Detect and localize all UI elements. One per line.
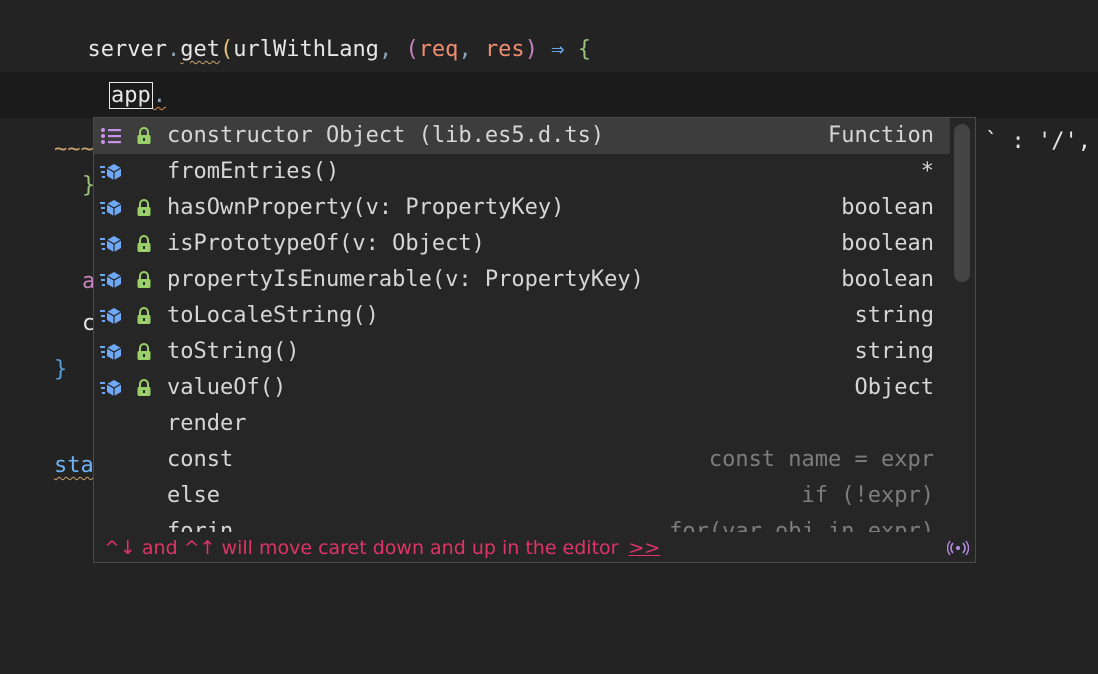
completion-item[interactable]: fromEntries() * bbox=[94, 154, 950, 190]
code-token-param-res: res bbox=[484, 37, 525, 62]
code-line-2[interactable]: app. bbox=[0, 78, 1098, 114]
method-cube-icon bbox=[100, 236, 122, 252]
completion-item[interactable]: isPrototypeOf(v: Object) boolean bbox=[94, 226, 950, 262]
method-cube-icon bbox=[100, 308, 122, 324]
lock-icon bbox=[137, 379, 151, 396]
code-token-sep: , bbox=[458, 37, 485, 62]
method-cube-icon bbox=[100, 200, 122, 216]
code-token-server: server bbox=[87, 37, 167, 62]
method-cube-icon bbox=[100, 164, 122, 180]
completion-item[interactable]: else if (!expr) bbox=[94, 478, 950, 514]
completion-scrollbar[interactable] bbox=[954, 124, 970, 282]
completion-item-label: toString() bbox=[167, 339, 300, 364]
lock-icon bbox=[137, 199, 151, 216]
completion-item-label: isPrototypeOf(v: Object) bbox=[167, 231, 485, 256]
completion-item-label: constructor Object (lib.es5.d.ts) bbox=[167, 123, 605, 148]
lock-icon bbox=[137, 271, 151, 288]
code-token-dot2: . bbox=[152, 83, 166, 108]
code-token-arg: urlWithLang bbox=[233, 37, 379, 62]
code-fragment-sta: sta bbox=[54, 453, 94, 478]
completion-item-label: render bbox=[167, 411, 247, 436]
completion-item-type: string bbox=[854, 303, 934, 328]
completion-hint: ^↓ and ^↑ will move caret down and up in… bbox=[94, 532, 975, 562]
code-token-paren2: ( bbox=[405, 37, 419, 62]
typed-text-app: app bbox=[109, 82, 153, 109]
lock-icon bbox=[137, 307, 151, 324]
completion-item-type: boolean bbox=[841, 195, 934, 220]
lock-icon bbox=[137, 127, 151, 144]
completion-item[interactable]: toLocaleString() string bbox=[94, 298, 950, 334]
completion-item[interactable]: valueOf() Object bbox=[94, 370, 950, 406]
code-token-brace: { bbox=[577, 37, 591, 62]
code-fragment-string: ` : '/', bbox=[985, 129, 1091, 154]
code-token-paren: ( bbox=[219, 37, 234, 62]
completion-item[interactable]: forin for(var obj in expr) bbox=[94, 514, 950, 532]
broadcast-icon[interactable] bbox=[947, 540, 969, 556]
lock-icon bbox=[137, 343, 151, 360]
code-fragment-closing-brace: } bbox=[54, 357, 68, 382]
code-token-param-req: req bbox=[418, 37, 459, 62]
hint-more-link[interactable]: >> bbox=[628, 537, 660, 559]
method-cube-icon bbox=[100, 344, 122, 360]
list-icon bbox=[101, 128, 121, 144]
method-cube-icon bbox=[100, 380, 122, 396]
completion-item-type: if (!expr) bbox=[801, 483, 934, 508]
completion-item[interactable]: constructor Object (lib.es5.d.ts) Functio… bbox=[94, 118, 950, 154]
code-token-comma: , bbox=[378, 37, 406, 62]
completion-item-type: boolean bbox=[841, 267, 934, 292]
completion-item[interactable]: toString() string bbox=[94, 334, 950, 370]
completion-item-label: hasOwnProperty(v: PropertyKey) bbox=[167, 195, 565, 220]
completion-item-label: propertyIsEnumerable(v: PropertyKey) bbox=[167, 267, 644, 292]
completion-item[interactable]: hasOwnProperty(v: PropertyKey) boolean bbox=[94, 190, 950, 226]
completion-popup: constructor Object (lib.es5.d.ts) Functio… bbox=[93, 117, 976, 563]
method-cube-icon bbox=[100, 272, 122, 288]
completion-item-label: const bbox=[167, 447, 234, 472]
completion-item-type: Object bbox=[854, 375, 934, 400]
completion-item-label: toLocaleString() bbox=[167, 303, 379, 328]
completion-item-label: forin bbox=[167, 519, 234, 532]
completion-list: constructor Object (lib.es5.d.ts) Functio… bbox=[94, 118, 950, 532]
code-token-paren3: ) bbox=[524, 37, 538, 62]
code-token-dot: . bbox=[166, 37, 181, 62]
completion-item-type: const name = expr bbox=[708, 447, 934, 472]
completion-item-type: for(var obj in expr) bbox=[669, 519, 934, 532]
code-fragment-squiggle: ~~~~ bbox=[54, 137, 107, 162]
completion-item[interactable]: const const name = expr bbox=[94, 442, 950, 478]
code-token-arrow: ⇒ bbox=[537, 37, 578, 62]
completion-item-type: * bbox=[920, 159, 934, 184]
code-token-get: get bbox=[180, 37, 220, 62]
code-line-1[interactable]: server.get(urlWithLang, (req, res) ⇒ { bbox=[0, 32, 1098, 68]
hint-text: ^↓ and ^↑ will move caret down and up in… bbox=[104, 537, 619, 559]
completion-item-type: string bbox=[854, 339, 934, 364]
completion-item-label: valueOf() bbox=[167, 375, 287, 400]
completion-item-type: Function bbox=[828, 123, 934, 148]
completion-item[interactable]: render bbox=[94, 406, 950, 442]
completion-item[interactable]: propertyIsEnumerable(v: PropertyKey) bool… bbox=[94, 262, 950, 298]
completion-item-label: fromEntries() bbox=[167, 159, 340, 184]
lock-icon bbox=[137, 235, 151, 252]
completion-item-label: else bbox=[167, 483, 220, 508]
completion-item-type: boolean bbox=[841, 231, 934, 256]
